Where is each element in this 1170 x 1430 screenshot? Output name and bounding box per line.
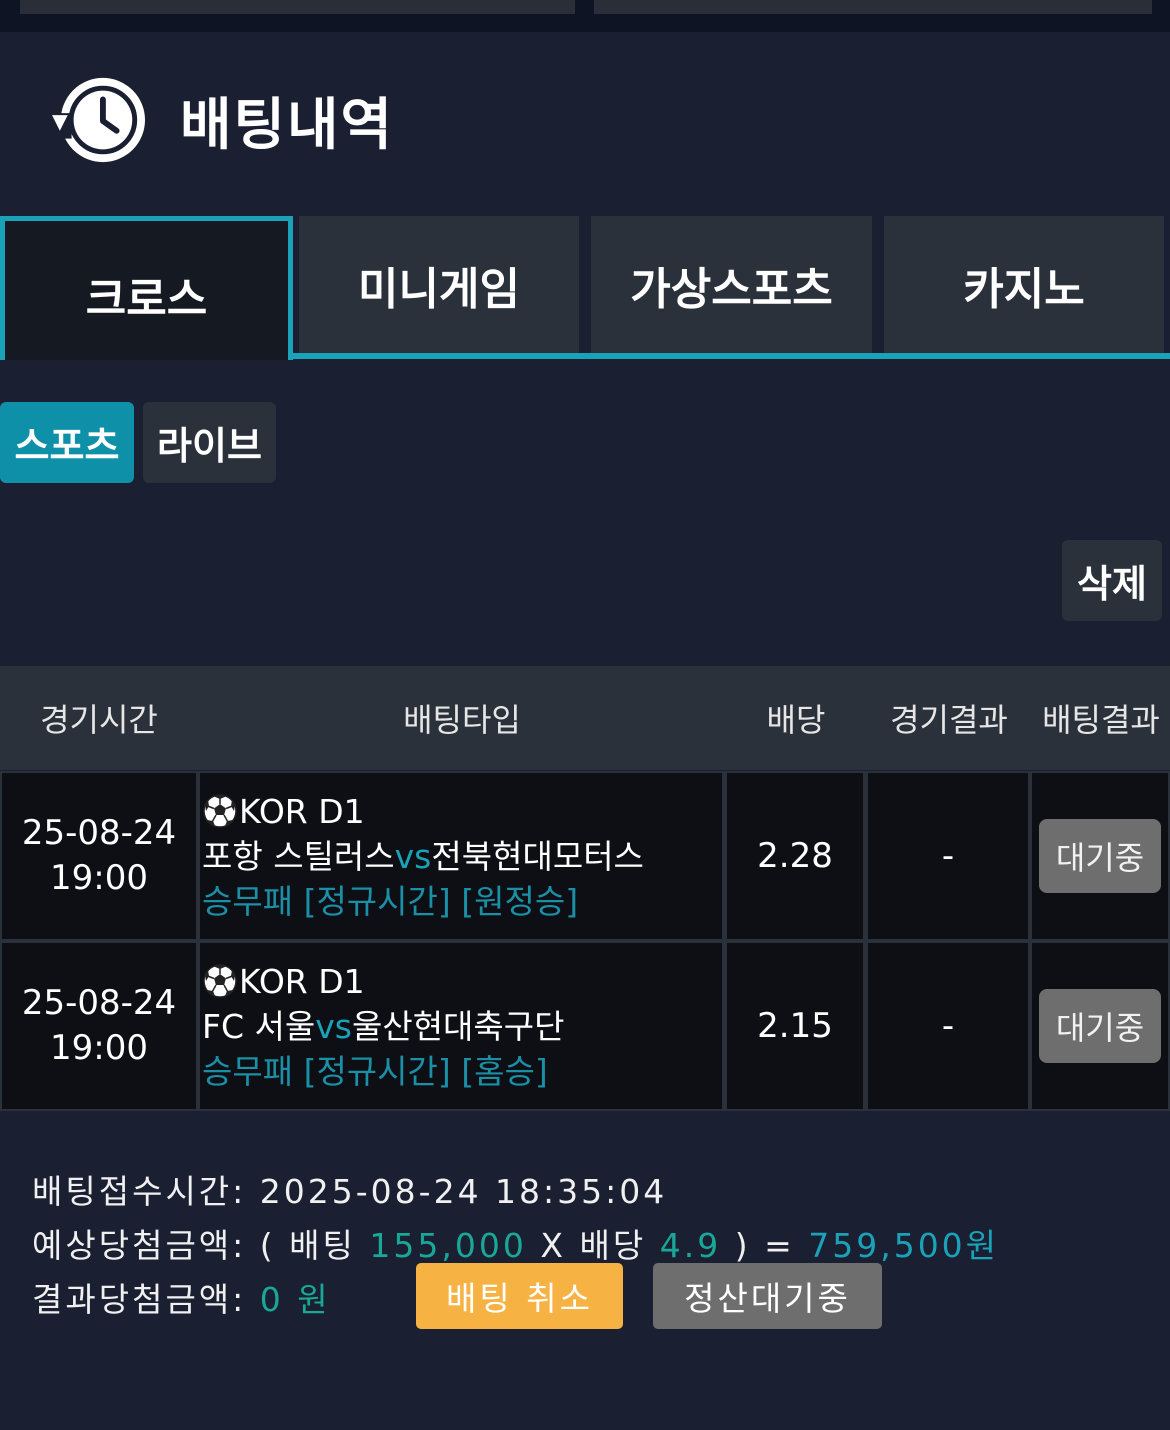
bet-label: 배팅 [289, 1226, 356, 1265]
waiting-label: 대기중 [1055, 1009, 1145, 1047]
page-header: 배팅내역 [50, 75, 394, 165]
paren-close: ) [734, 1226, 751, 1265]
page-title: 배팅내역 [180, 92, 395, 158]
table-header: 경기시간 배팅타입 배당 경기결과 배팅결과 [0, 666, 1170, 770]
tab-casino[interactable]: 카지노 [884, 216, 1164, 353]
match-clock: 19:00 [50, 858, 148, 898]
tab-label: 미니게임 [358, 263, 520, 315]
top-bar-segment [20, 0, 575, 14]
bet-pick: 승무패 [정규시간] [홈승] [202, 1051, 548, 1091]
match-time-cell: 25-08-24 19:00 [2, 943, 196, 1109]
matchup-line: FC 서울vs울산현대축구단 [202, 1004, 565, 1049]
expected-win-label: 예상당첨금액: [32, 1226, 247, 1265]
top-bar-segment [594, 0, 1152, 14]
bet-result-cell: 대기중 [1032, 773, 1168, 939]
bet-result-cell: 대기중 [1032, 943, 1168, 1109]
bet-info-cell: KOR D1 포항 스틸러스vs전북현대모터스 승무패 [정규시간] [원정승] [200, 773, 722, 939]
header-bet-result: 배팅결과 [1042, 701, 1160, 739]
equals-sign: = [764, 1226, 795, 1265]
header-match-result: 경기결과 [890, 701, 1008, 739]
league-line: KOR D1 [202, 789, 365, 834]
match-date: 25-08-24 [21, 983, 177, 1023]
accept-time-label: 배팅접수시간: [32, 1172, 247, 1211]
header-bet-type: 배팅타입 [403, 701, 521, 739]
paren-open: ( [259, 1226, 276, 1265]
matchup-line: 포항 스틸러스vs전북현대모터스 [202, 834, 644, 879]
match-result-cell: - [868, 773, 1028, 939]
tab-label: 가상스포츠 [630, 263, 833, 315]
subtab-label: 라이브 [157, 424, 262, 468]
result-win-amount: 0 [259, 1280, 284, 1319]
expected-win-line: 예상당첨금액: ( 배팅 155,000 X 배당 4.9 ) = 759,50… [32, 1219, 999, 1267]
home-team: 포항 스틸러스 [202, 836, 395, 876]
match-result-value: - [941, 836, 955, 876]
table-row: 25-08-24 19:00 KOR D1 포항 스틸러스vs전북현대모터스 승… [0, 771, 1170, 941]
delete-label: 삭제 [1077, 562, 1147, 606]
soccer-ball-icon [203, 794, 237, 828]
away-team: 전북현대모터스 [431, 836, 644, 876]
match-clock: 19:00 [50, 1028, 148, 1068]
odds-value: 2.15 [757, 1006, 833, 1046]
tab-cross[interactable]: 크로스 [0, 216, 293, 360]
subtab-sports[interactable]: 스포츠 [0, 402, 134, 483]
home-team: FC 서울 [202, 1006, 316, 1046]
soccer-ball-icon [203, 964, 237, 998]
table-row: 25-08-24 19:00 KOR D1 FC 서울vs울산현대축구단 승무패… [0, 941, 1170, 1111]
odds-cell: 2.15 [727, 943, 863, 1109]
odds-cell: 2.28 [727, 773, 863, 939]
tab-virtual-sports[interactable]: 가상스포츠 [591, 216, 872, 353]
league-name: KOR D1 [239, 791, 365, 831]
tab-label: 크로스 [85, 273, 208, 325]
pending-settlement-label: 정산대기중 [684, 1279, 851, 1318]
away-team: 울산현대축구단 [351, 1006, 565, 1046]
times-sign: X [540, 1226, 566, 1265]
subtab-live[interactable]: 라이브 [143, 402, 276, 483]
match-date: 25-08-24 [21, 813, 177, 853]
result-win-label: 결과당첨금액: [32, 1280, 247, 1319]
match-time-cell: 25-08-24 19:00 [2, 773, 196, 939]
header-match-time: 경기시간 [40, 701, 158, 739]
tab-minigame[interactable]: 미니게임 [299, 216, 579, 353]
waiting-status-button[interactable]: 대기중 [1039, 989, 1161, 1063]
bet-pick: 승무패 [정규시간] [원정승] [202, 881, 579, 921]
tab-label: 카지노 [963, 263, 1085, 315]
waiting-status-button[interactable]: 대기중 [1039, 819, 1161, 893]
cancel-bet-label: 배팅 취소 [446, 1279, 593, 1318]
bet-info-cell: KOR D1 FC 서울vs울산현대축구단 승무패 [정규시간] [홈승] [200, 943, 722, 1109]
accept-time-value: 2025-08-24 18:35:04 [259, 1172, 668, 1211]
result-win-line: 결과당첨금액: 0 원 [32, 1273, 331, 1321]
tab-underline [288, 353, 1170, 359]
total-odds: 4.9 [659, 1226, 722, 1265]
delete-button[interactable]: 삭제 [1062, 540, 1162, 621]
match-result-value: - [941, 1006, 955, 1046]
league-line: KOR D1 [202, 959, 365, 1004]
result-win-unit: 원 [297, 1280, 331, 1319]
match-result-cell: - [868, 943, 1028, 1109]
top-bar [0, 0, 1170, 32]
subtab-label: 스포츠 [14, 424, 120, 468]
history-clock-icon [50, 77, 145, 163]
expected-win-amount: 759,500원 [808, 1226, 1000, 1265]
odds-label: 배당 [579, 1226, 647, 1265]
odds-value: 2.28 [757, 836, 833, 876]
bet-amount: 155,000 [369, 1226, 527, 1265]
pending-settlement-button[interactable]: 정산대기중 [653, 1263, 882, 1329]
vs-label: vs [315, 1006, 352, 1046]
waiting-label: 대기중 [1055, 839, 1145, 877]
header-odds: 배당 [766, 701, 826, 739]
league-name: KOR D1 [239, 961, 365, 1001]
cancel-bet-button[interactable]: 배팅 취소 [416, 1263, 623, 1329]
vs-label: vs [394, 836, 432, 876]
accept-time-line: 배팅접수시간: 2025-08-24 18:35:04 [32, 1165, 667, 1213]
